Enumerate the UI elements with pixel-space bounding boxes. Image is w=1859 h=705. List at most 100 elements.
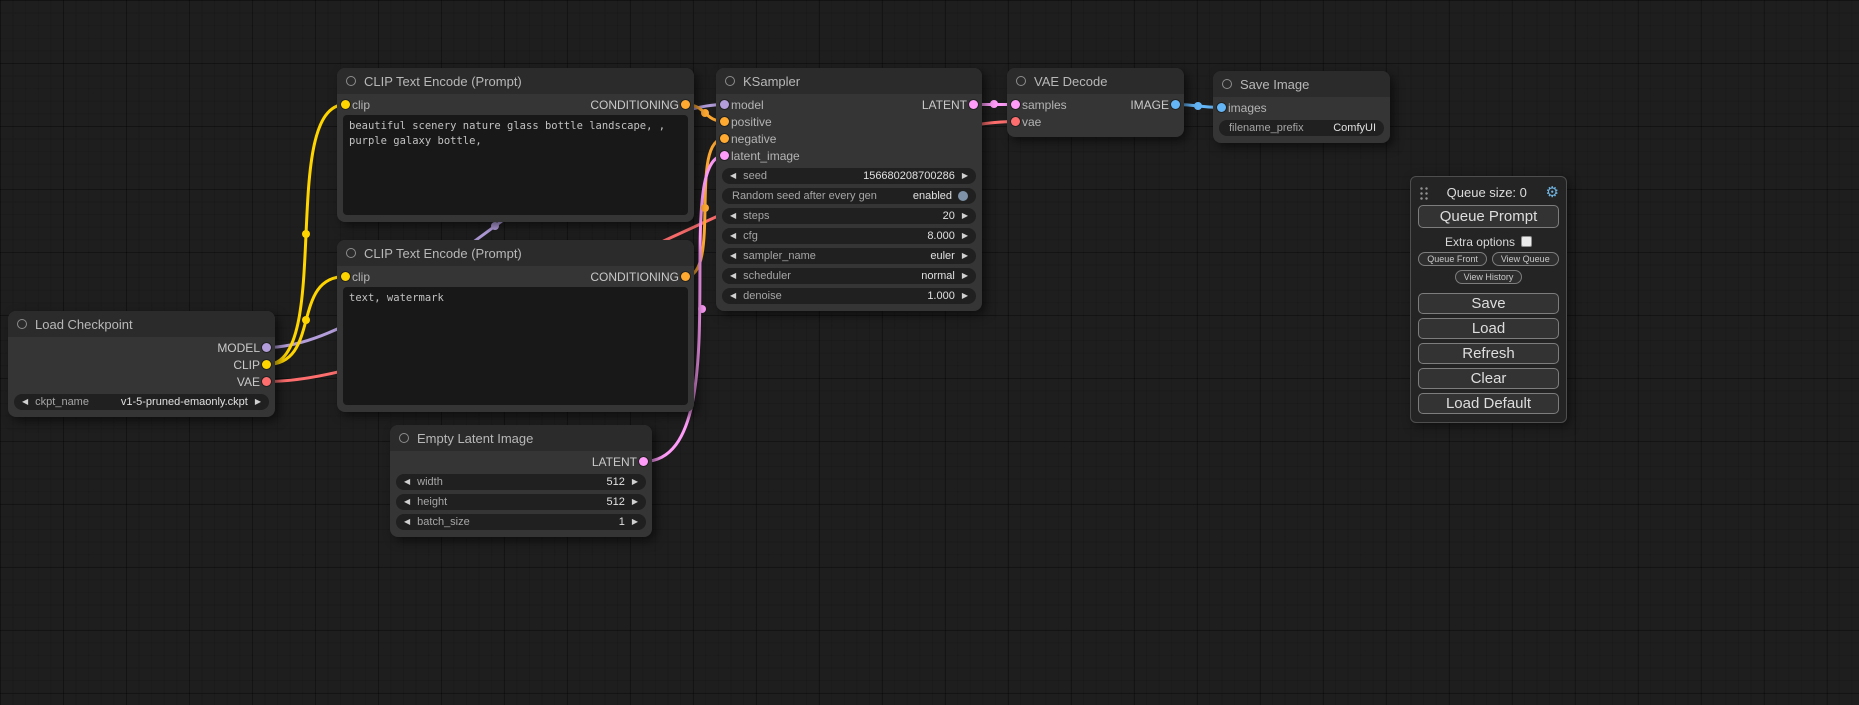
input-dot-clip[interactable] [341,100,350,109]
output-dot-model[interactable] [262,343,271,352]
input-dot-images[interactable] [1217,103,1226,112]
toggle-indicator-icon[interactable] [958,191,968,201]
arrow-left-icon[interactable]: ◀ [730,252,736,260]
prompt-textarea[interactable]: beautiful scenery nature glass bottle la… [343,115,688,215]
widget-cfg[interactable]: ◀ cfg 8.000 ▶ [722,228,976,244]
widget-sampler-name[interactable]: ◀ sampler_name euler ▶ [722,248,976,264]
node-title-bar[interactable]: VAE Decode [1007,68,1184,94]
widget-label: ckpt_name [35,396,89,408]
queue-front-button[interactable]: Queue Front [1418,252,1487,266]
clear-button[interactable]: Clear [1418,368,1559,389]
node-title-bar[interactable]: Load Checkpoint [8,311,275,337]
widget-denoise[interactable]: ◀ denoise 1.000 ▶ [722,288,976,304]
queue-prompt-button[interactable]: Queue Prompt [1418,205,1559,228]
widget-label: seed [743,170,767,182]
node-ksampler[interactable]: KSampler model LATENT positive negative … [716,68,982,311]
widget-batch-size[interactable]: ◀ batch_size 1 ▶ [396,514,646,530]
node-vae-decode[interactable]: VAE Decode samples IMAGE vae [1007,68,1184,137]
node-title-bar[interactable]: CLIP Text Encode (Prompt) [337,240,694,266]
arrow-left-icon[interactable]: ◀ [22,398,28,406]
input-dot-model[interactable] [720,100,729,109]
arrow-left-icon[interactable]: ◀ [730,292,736,300]
arrow-right-icon[interactable]: ▶ [962,212,968,220]
input-dot-clip[interactable] [341,272,350,281]
node-body: LATENT ◀ width 512 ▶ ◀ height 512 ▶ ◀ ba… [390,451,652,537]
node-title: CLIP Text Encode (Prompt) [364,74,522,89]
arrow-right-icon[interactable]: ▶ [962,252,968,260]
arrow-left-icon[interactable]: ◀ [730,212,736,220]
arrow-right-icon[interactable]: ▶ [962,172,968,180]
widget-seed[interactable]: ◀ seed 156680208700286 ▶ [722,168,976,184]
view-history-button[interactable]: View History [1455,270,1523,284]
arrow-right-icon[interactable]: ▶ [255,398,261,406]
node-load-checkpoint[interactable]: Load Checkpoint MODEL CLIP VAE ◀ ckpt_na… [8,311,275,417]
drag-handle-icon[interactable] [1418,185,1428,200]
node-title-bar[interactable]: KSampler [716,68,982,94]
settings-gear-icon[interactable]: ⚙ [1546,185,1559,200]
node-empty-latent-image[interactable]: Empty Latent Image LATENT ◀ width 512 ▶ … [390,425,652,537]
queue-panel: Queue size: 0 ⚙ Queue Prompt Extra optio… [1410,176,1567,423]
collapse-dot-icon[interactable] [346,248,356,258]
widget-steps[interactable]: ◀ steps 20 ▶ [722,208,976,224]
node-clip-text-encode-positive[interactable]: CLIP Text Encode (Prompt) clip CONDITION… [337,68,694,222]
widget-label: filename_prefix [1229,122,1304,134]
collapse-dot-icon[interactable] [1222,79,1232,89]
refresh-button[interactable]: Refresh [1418,343,1559,364]
input-dot-vae[interactable] [1011,117,1020,126]
node-clip-text-encode-negative[interactable]: CLIP Text Encode (Prompt) clip CONDITION… [337,240,694,412]
widget-scheduler[interactable]: ◀ scheduler normal ▶ [722,268,976,284]
prompt-textarea[interactable]: text, watermark [343,287,688,405]
arrow-left-icon[interactable]: ◀ [730,172,736,180]
view-queue-button[interactable]: View Queue [1492,252,1559,266]
arrow-right-icon[interactable]: ▶ [632,518,638,526]
widget-height[interactable]: ◀ height 512 ▶ [396,494,646,510]
extra-options-checkbox[interactable] [1521,236,1532,247]
widget-ckpt-name[interactable]: ◀ ckpt_name v1-5-pruned-emaonly.ckpt ▶ [14,394,269,410]
collapse-dot-icon[interactable] [346,76,356,86]
widget-filename-prefix[interactable]: filename_prefix ComfyUI [1219,120,1384,136]
widget-value: 1.000 [927,290,955,302]
collapse-dot-icon[interactable] [399,433,409,443]
collapse-dot-icon[interactable] [1016,76,1026,86]
arrow-right-icon[interactable]: ▶ [962,272,968,280]
input-dot-positive[interactable] [720,117,729,126]
history-buttons-row: View History [1418,270,1559,284]
collapse-dot-icon[interactable] [725,76,735,86]
slot-label: clip [352,270,370,284]
node-title-bar[interactable]: CLIP Text Encode (Prompt) [337,68,694,94]
arrow-left-icon[interactable]: ◀ [404,498,410,506]
arrow-left-icon[interactable]: ◀ [404,518,410,526]
input-dot-negative[interactable] [720,134,729,143]
output-dot-conditioning[interactable] [681,100,690,109]
output-dot-latent[interactable] [969,100,978,109]
input-dot-samples[interactable] [1011,100,1020,109]
arrow-right-icon[interactable]: ▶ [962,232,968,240]
load-default-button[interactable]: Load Default [1418,393,1559,414]
node-title: CLIP Text Encode (Prompt) [364,246,522,261]
arrow-left-icon[interactable]: ◀ [404,478,410,486]
output-dot-latent[interactable] [639,457,648,466]
node-body: model LATENT positive negative latent_im… [716,94,982,311]
arrow-left-icon[interactable]: ◀ [730,232,736,240]
widget-width[interactable]: ◀ width 512 ▶ [396,474,646,490]
output-dot-conditioning[interactable] [681,272,690,281]
node-title-bar[interactable]: Save Image [1213,71,1390,97]
slot-label: vae [1022,115,1041,129]
node-title-bar[interactable]: Empty Latent Image [390,425,652,451]
output-dot-clip[interactable] [262,360,271,369]
node-save-image[interactable]: Save Image images filename_prefix ComfyU… [1213,71,1390,143]
load-button[interactable]: Load [1418,318,1559,339]
arrow-right-icon[interactable]: ▶ [962,292,968,300]
arrow-left-icon[interactable]: ◀ [730,272,736,280]
slot-row-clip-conditioning: clip CONDITIONING [337,96,694,113]
slot-label: latent_image [731,149,800,163]
slot-label: samples [1022,98,1067,112]
output-dot-vae[interactable] [262,377,271,386]
save-button[interactable]: Save [1418,293,1559,314]
output-dot-image[interactable] [1171,100,1180,109]
collapse-dot-icon[interactable] [17,319,27,329]
widget-random-seed-toggle[interactable]: Random seed after every gen enabled [722,188,976,204]
arrow-right-icon[interactable]: ▶ [632,478,638,486]
input-dot-latent-image[interactable] [720,151,729,160]
arrow-right-icon[interactable]: ▶ [632,498,638,506]
